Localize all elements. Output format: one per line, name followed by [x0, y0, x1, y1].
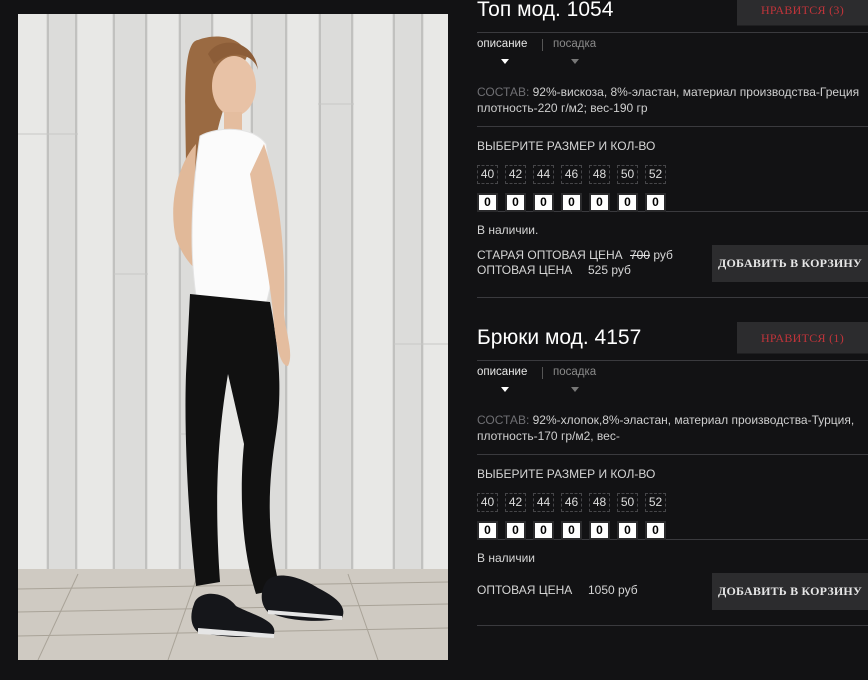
- availability-status: В наличии.: [477, 223, 539, 237]
- price-label: ОПТОВАЯ ЦЕНА: [477, 583, 573, 597]
- caret-down-icon: [571, 59, 579, 64]
- size-list: 40 42 44 46 48 50 52: [477, 165, 673, 184]
- composition-text: 92%-хлопок,8%-эластан, материал производ…: [477, 413, 855, 443]
- quantity-input[interactable]: 0: [645, 521, 666, 540]
- composition: СОСТАВ: 92%-вискоза, 8%-эластан, материа…: [477, 78, 868, 126]
- add-to-cart-button[interactable]: ДОБАВИТЬ В КОРЗИНУ: [712, 573, 868, 610]
- quantity-list: 0 0 0 0 0 0 0: [477, 521, 673, 540]
- size-option[interactable]: 40: [477, 493, 498, 512]
- composition-label: СОСТАВ:: [477, 413, 530, 427]
- availability-status: В наличии: [477, 551, 536, 565]
- size-selector: ВЫБЕРИТЕ РАЗМЕР И КОЛ-ВО 40 42 44 46 48 …: [477, 127, 868, 212]
- size-heading: ВЫБЕРИТЕ РАЗМЕР И КОЛ-ВО: [477, 139, 656, 153]
- old-price-row: СТАРАЯ ОПТОВАЯ ЦЕНА 700 руб: [477, 248, 673, 262]
- quantity-input[interactable]: 0: [533, 521, 554, 540]
- like-button[interactable]: НРАВИТСЯ (3): [737, 0, 868, 26]
- caret-down-icon: [571, 387, 579, 392]
- size-option[interactable]: 50: [617, 165, 638, 184]
- size-option[interactable]: 50: [617, 493, 638, 512]
- size-option[interactable]: 52: [645, 165, 666, 184]
- quantity-input[interactable]: 0: [561, 193, 582, 212]
- size-option[interactable]: 44: [533, 493, 554, 512]
- divider: [477, 625, 868, 626]
- tab-description[interactable]: описание: [477, 366, 527, 378]
- price-block: ОПТОВАЯ ЦЕНА 1050 руб ДОБАВИТЬ В КОРЗИНУ: [477, 568, 868, 625]
- size-list: 40 42 44 46 48 50 52: [477, 493, 673, 512]
- tab-fit[interactable]: посадка: [553, 366, 596, 378]
- size-option[interactable]: 42: [505, 165, 526, 184]
- size-option[interactable]: 46: [561, 493, 582, 512]
- quantity-input[interactable]: 0: [617, 193, 638, 212]
- old-price-unit: руб: [653, 248, 673, 262]
- tab-separator: [542, 39, 543, 51]
- quantity-input[interactable]: 0: [589, 521, 610, 540]
- size-option[interactable]: 44: [533, 165, 554, 184]
- size-option[interactable]: 48: [589, 493, 610, 512]
- quantity-input[interactable]: 0: [617, 521, 638, 540]
- tab-description[interactable]: описание: [477, 38, 527, 50]
- composition: СОСТАВ: 92%-хлопок,8%-эластан, материал …: [477, 406, 868, 454]
- price-row: ОПТОВАЯ ЦЕНА: [477, 583, 572, 597]
- quantity-input[interactable]: 0: [477, 521, 498, 540]
- tab-fit[interactable]: посадка: [553, 38, 596, 50]
- size-option[interactable]: 48: [589, 165, 610, 184]
- size-option[interactable]: 40: [477, 165, 498, 184]
- composition-text: 92%-вискоза, 8%-эластан, материал произв…: [477, 85, 860, 115]
- quantity-input[interactable]: 0: [505, 521, 526, 540]
- old-price-value: 700: [630, 248, 651, 262]
- product-photo[interactable]: [18, 14, 448, 660]
- size-option[interactable]: 42: [505, 493, 526, 512]
- quantity-input[interactable]: 0: [533, 193, 554, 212]
- product-card-top: Топ мод. 1054 НРАВИТСЯ (3) описание поса…: [477, 0, 868, 298]
- caret-down-icon: [501, 59, 509, 64]
- product-tabs: описание посадка: [477, 361, 868, 406]
- divider: [477, 297, 868, 298]
- like-button[interactable]: НРАВИТСЯ (1): [737, 322, 868, 354]
- size-option[interactable]: 46: [561, 165, 582, 184]
- size-option[interactable]: 52: [645, 493, 666, 512]
- tab-separator: [542, 367, 543, 379]
- product-card-pants: Брюки мод. 4157 НРАВИТСЯ (1) описание по…: [477, 316, 868, 626]
- add-to-cart-button[interactable]: ДОБАВИТЬ В КОРЗИНУ: [712, 245, 868, 282]
- price-value: 525 руб: [588, 263, 631, 277]
- price-block: СТАРАЯ ОПТОВАЯ ЦЕНА 700 руб ОПТОВАЯ ЦЕНА…: [477, 240, 868, 297]
- size-heading: ВЫБЕРИТЕ РАЗМЕР И КОЛ-ВО: [477, 467, 656, 481]
- quantity-list: 0 0 0 0 0 0 0: [477, 193, 673, 212]
- caret-down-icon: [501, 387, 509, 392]
- product-tabs: описание посадка: [477, 33, 868, 78]
- quantity-input[interactable]: 0: [589, 193, 610, 212]
- price-row: ОПТОВАЯ ЦЕНА: [477, 263, 572, 277]
- composition-label: СОСТАВ:: [477, 85, 530, 99]
- quantity-input[interactable]: 0: [505, 193, 526, 212]
- quantity-input[interactable]: 0: [645, 193, 666, 212]
- quantity-input[interactable]: 0: [477, 193, 498, 212]
- price-label: ОПТОВАЯ ЦЕНА: [477, 263, 573, 277]
- size-selector: ВЫБЕРИТЕ РАЗМЕР И КОЛ-ВО 40 42 44 46 48 …: [477, 455, 868, 540]
- quantity-input[interactable]: 0: [561, 521, 582, 540]
- price-value: 1050 руб: [588, 583, 638, 597]
- old-price-label: СТАРАЯ ОПТОВАЯ ЦЕНА: [477, 248, 623, 262]
